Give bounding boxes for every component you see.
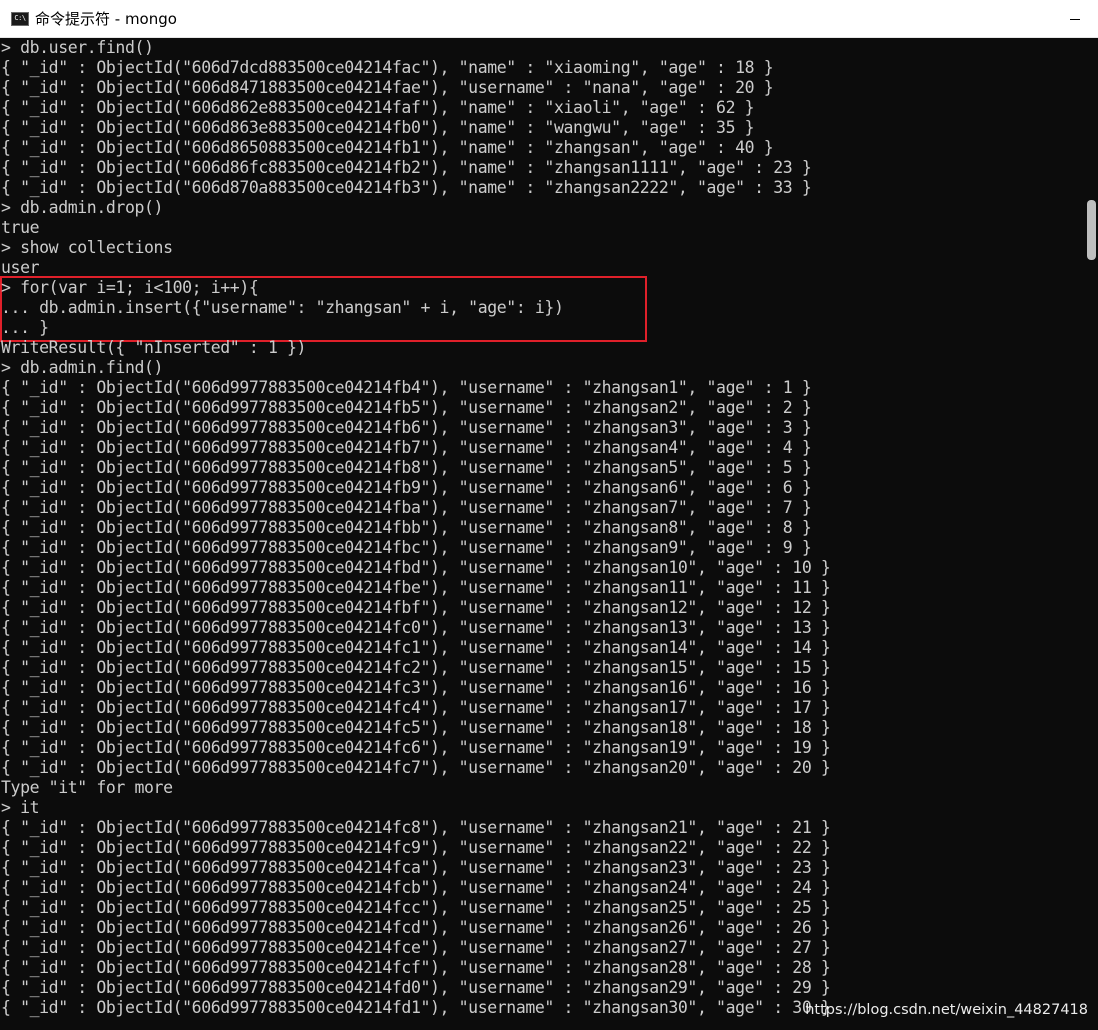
- cmd-icon: C:\: [11, 11, 29, 26]
- scrollbar-thumb[interactable]: [1087, 200, 1096, 260]
- console-line: { "_id" : ObjectId("606d9977883500ce0421…: [1, 578, 831, 597]
- watermark: https://blog.csdn.net/weixin_44827418: [805, 1002, 1088, 1018]
- console-line: { "_id" : ObjectId("606d9977883500ce0421…: [1, 638, 831, 657]
- console-line: { "_id" : ObjectId("606d9977883500ce0421…: [1, 498, 812, 517]
- console-line: { "_id" : ObjectId("606d9977883500ce0421…: [1, 738, 831, 757]
- console-line: { "_id" : ObjectId("606d862e883500ce0421…: [1, 98, 755, 117]
- console-line: { "_id" : ObjectId("606d870a883500ce0421…: [1, 178, 812, 197]
- console-line: { "_id" : ObjectId("606d9977883500ce0421…: [1, 618, 831, 637]
- console-line: { "_id" : ObjectId("606d9977883500ce0421…: [1, 518, 812, 537]
- console-line: > db.admin.find(): [1, 358, 164, 377]
- console-line: { "_id" : ObjectId("606d9977883500ce0421…: [1, 398, 812, 417]
- console-line: { "_id" : ObjectId("606d9977883500ce0421…: [1, 438, 812, 457]
- console-line: { "_id" : ObjectId("606d9977883500ce0421…: [1, 998, 831, 1017]
- console-line: ... db.admin.insert({"username": "zhangs…: [1, 298, 564, 317]
- console-line: { "_id" : ObjectId("606d9977883500ce0421…: [1, 818, 831, 837]
- vertical-scrollbar[interactable]: [1085, 38, 1098, 1030]
- console-line: { "_id" : ObjectId("606d8650883500ce0421…: [1, 138, 774, 157]
- cmd-icon-label: C:\: [14, 14, 26, 22]
- console-line: { "_id" : ObjectId("606d863e883500ce0421…: [1, 118, 755, 137]
- console-line: { "_id" : ObjectId("606d9977883500ce0421…: [1, 758, 831, 777]
- console-line: { "_id" : ObjectId("606d9977883500ce0421…: [1, 898, 831, 917]
- minimize-button[interactable]: [1052, 0, 1098, 38]
- console-line: { "_id" : ObjectId("606d9977883500ce0421…: [1, 958, 831, 977]
- console-line: > show collections: [1, 238, 173, 257]
- console-line: { "_id" : ObjectId("606d9977883500ce0421…: [1, 718, 831, 737]
- window-title: 命令提示符 - mongo: [35, 10, 177, 28]
- command-prompt-window: C:\ 命令提示符 - mongo > db.user.find(){ "_id…: [0, 0, 1098, 1030]
- console-line: { "_id" : ObjectId("606d86fc883500ce0421…: [1, 158, 812, 177]
- console-line: WriteResult({ "nInserted" : 1 }): [1, 338, 307, 357]
- console-line: { "_id" : ObjectId("606d9977883500ce0421…: [1, 538, 812, 557]
- console-line: { "_id" : ObjectId("606d9977883500ce0421…: [1, 658, 831, 677]
- console-line: { "_id" : ObjectId("606d9977883500ce0421…: [1, 598, 831, 617]
- console-line: > db.user.find(): [1, 38, 154, 57]
- console-line: { "_id" : ObjectId("606d9977883500ce0421…: [1, 938, 831, 957]
- console-line: > db.admin.drop(): [1, 198, 164, 217]
- title-bar[interactable]: C:\ 命令提示符 - mongo: [0, 0, 1098, 38]
- console-line: { "_id" : ObjectId("606d9977883500ce0421…: [1, 558, 831, 577]
- console-line: { "_id" : ObjectId("606d9977883500ce0421…: [1, 878, 831, 897]
- minimize-icon: [1070, 18, 1080, 20]
- console-line: true: [1, 218, 40, 237]
- console-line: > for(var i=1; i<100; i++){: [1, 278, 259, 297]
- console-line: { "_id" : ObjectId("606d9977883500ce0421…: [1, 918, 831, 937]
- console-line: { "_id" : ObjectId("606d9977883500ce0421…: [1, 978, 831, 997]
- console-line: { "_id" : ObjectId("606d9977883500ce0421…: [1, 678, 831, 697]
- console-line: { "_id" : ObjectId("606d7dcd883500ce0421…: [1, 58, 774, 77]
- console-line: Type "it" for more: [1, 778, 173, 797]
- console-line: { "_id" : ObjectId("606d9977883500ce0421…: [1, 458, 812, 477]
- console-line: user: [1, 258, 40, 277]
- console-line: { "_id" : ObjectId("606d9977883500ce0421…: [1, 378, 812, 397]
- console-line: { "_id" : ObjectId("606d8471883500ce0421…: [1, 78, 774, 97]
- console-line: { "_id" : ObjectId("606d9977883500ce0421…: [1, 858, 831, 877]
- console-line: > it: [1, 798, 40, 817]
- console-line: { "_id" : ObjectId("606d9977883500ce0421…: [1, 698, 831, 717]
- console-line: { "_id" : ObjectId("606d9977883500ce0421…: [1, 418, 812, 437]
- console-line: { "_id" : ObjectId("606d9977883500ce0421…: [1, 478, 812, 497]
- console-line: { "_id" : ObjectId("606d9977883500ce0421…: [1, 838, 831, 857]
- console-output[interactable]: > db.user.find(){ "_id" : ObjectId("606d…: [0, 38, 1085, 1030]
- console-line: ... }: [1, 318, 49, 337]
